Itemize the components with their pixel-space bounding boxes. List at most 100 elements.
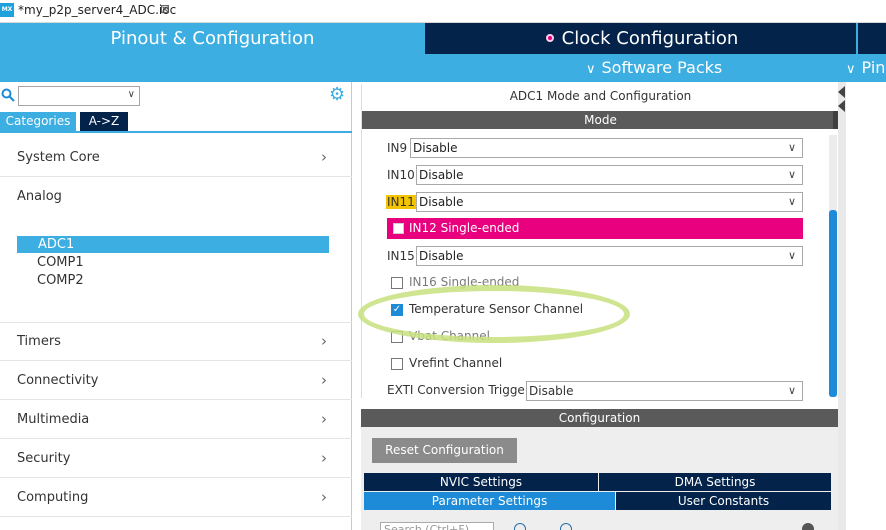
in11-value: Disable xyxy=(419,195,464,209)
analog-item-adc1[interactable]: ADC1 xyxy=(17,236,329,253)
chevron-right-icon: › xyxy=(321,332,327,350)
nav-separator xyxy=(856,23,858,54)
gear-icon[interactable]: ⚙ xyxy=(329,86,345,104)
chevron-right-icon: › xyxy=(321,410,327,428)
category-analog[interactable]: Analog xyxy=(17,187,337,207)
configuration-panel: Reset Configuration NVIC Settings DMA Se… xyxy=(361,427,838,530)
category-label: Timers xyxy=(17,334,61,349)
in11-select[interactable]: Disable ∨ xyxy=(416,192,803,212)
chevron-down-icon: ∨ xyxy=(787,195,796,208)
in9-select[interactable]: Disable ∨ xyxy=(410,138,803,158)
in15-label: IN15 xyxy=(387,249,415,263)
analog-item-comp1[interactable]: COMP1 xyxy=(37,255,84,270)
chevron-right-icon: › xyxy=(321,148,327,166)
info-icon[interactable] xyxy=(802,523,814,530)
chevron-down-icon: ∨ xyxy=(846,62,856,77)
close-tab-icon[interactable]: ⊠ xyxy=(160,2,170,16)
editor-tab-title[interactable]: *my_p2p_server4_ADC.ioc xyxy=(18,3,176,17)
divider xyxy=(0,322,352,323)
mode-scrollbar[interactable] xyxy=(829,135,837,397)
exti-value: Disable xyxy=(529,384,574,398)
tab-a-z[interactable]: A->Z xyxy=(80,112,128,131)
tab-parameter-settings[interactable]: Parameter Settings xyxy=(364,492,615,510)
checkbox-box xyxy=(393,223,404,234)
checkbox-box xyxy=(391,277,403,289)
in11-label: IN11 xyxy=(386,195,416,209)
checkbox-box xyxy=(391,358,403,370)
collapse-arrow-icon[interactable] xyxy=(838,86,845,98)
scrollbar-thumb[interactable] xyxy=(829,210,837,397)
configuration-section-header: Configuration xyxy=(361,409,838,427)
sub-nav: ∨ Software Packs ∨ Pin xyxy=(0,54,886,82)
collapse-arrow-icon[interactable] xyxy=(838,100,845,112)
in10-select[interactable]: Disable ∨ xyxy=(416,165,803,185)
annotation-ellipse xyxy=(358,285,630,343)
analog-item-comp2[interactable]: COMP2 xyxy=(37,273,84,288)
modified-dot-icon xyxy=(545,34,554,42)
pinout-menu-label: Pin xyxy=(861,58,886,77)
tab-categories[interactable]: Categories xyxy=(0,112,76,131)
divider xyxy=(0,176,352,177)
divider xyxy=(0,516,352,517)
tab-user-constants[interactable]: User Constants xyxy=(616,492,831,510)
pinout-menu[interactable]: ∨ Pin xyxy=(846,54,885,84)
tabs-underline xyxy=(0,131,352,133)
in10-label: IN10 xyxy=(387,168,415,182)
category-label: Security xyxy=(17,451,71,466)
search-combo[interactable]: ∨ xyxy=(18,86,140,106)
category-system-core[interactable]: System Core › xyxy=(17,148,337,168)
chevron-down-icon: ∨ xyxy=(787,141,796,154)
category-computing[interactable]: Computing › xyxy=(17,488,337,508)
chevron-right-icon: › xyxy=(321,449,327,467)
divider xyxy=(0,360,352,361)
chevron-right-icon: › xyxy=(321,371,327,389)
tab-clock-configuration[interactable]: Clock Configuration xyxy=(428,23,856,54)
right-panel-edge xyxy=(838,82,886,530)
category-timers[interactable]: Timers › xyxy=(17,332,337,352)
chevron-down-icon: ∨ xyxy=(586,62,596,77)
category-label: Connectivity xyxy=(17,373,99,388)
tab-nvic-settings[interactable]: NVIC Settings xyxy=(364,473,598,491)
mode-panel-title: ADC1 Mode and Configuration xyxy=(509,89,692,103)
in12-label: IN12 Single-ended xyxy=(409,221,520,235)
divider xyxy=(0,399,352,400)
chevron-down-icon: ∨ xyxy=(787,168,796,181)
software-packs-menu[interactable]: ∨ Software Packs xyxy=(586,54,722,84)
in9-label: IN9 xyxy=(387,141,408,155)
divider xyxy=(0,477,352,478)
main-nav: Pinout & Configuration Clock Configurati… xyxy=(0,23,886,54)
software-packs-label: Software Packs xyxy=(601,58,723,77)
parameter-search-input[interactable]: Search (Ctrl+F) xyxy=(380,522,494,530)
reset-configuration-button[interactable]: Reset Configuration xyxy=(372,438,517,463)
chevron-down-icon: ∨ xyxy=(127,89,135,100)
search-icon[interactable] xyxy=(1,88,15,102)
mode-header-label: Mode xyxy=(584,113,617,127)
splitter-handle[interactable] xyxy=(838,82,846,530)
chevron-right-icon: › xyxy=(321,488,327,506)
divider xyxy=(0,438,352,439)
previous-match-icon[interactable] xyxy=(514,523,526,530)
category-security[interactable]: Security › xyxy=(17,449,337,469)
exti-trigger-select[interactable]: Disable ∨ xyxy=(526,381,803,401)
in9-value: Disable xyxy=(413,141,458,155)
chevron-down-icon: ∨ xyxy=(787,249,796,262)
category-label: System Core xyxy=(17,150,100,165)
exti-trigger-label: EXTI Conversion Trigger xyxy=(387,383,530,397)
parameter-search-row: Search (Ctrl+F) xyxy=(364,520,834,530)
in15-value: Disable xyxy=(419,249,464,263)
mode-panel: ADC1 Mode and Configuration Mode IN9 Dis… xyxy=(361,84,839,401)
category-connectivity[interactable]: Connectivity › xyxy=(17,371,337,391)
stm32cubemx-logo-icon: MX xyxy=(0,3,14,17)
tab-clock-label: Clock Configuration xyxy=(561,28,739,49)
tab-dma-settings[interactable]: DMA Settings xyxy=(599,473,831,491)
in12-single-ended-checkbox[interactable]: IN12 Single-ended xyxy=(387,218,803,239)
tab-pinout-configuration[interactable]: Pinout & Configuration xyxy=(0,23,425,54)
chevron-down-icon: ∨ xyxy=(787,384,796,397)
category-label: Multimedia xyxy=(17,412,90,427)
category-multimedia[interactable]: Multimedia › xyxy=(17,410,337,430)
mode-section-header: Mode xyxy=(362,111,839,129)
in10-value: Disable xyxy=(419,168,464,182)
category-label: Computing xyxy=(17,490,89,505)
next-match-icon[interactable] xyxy=(560,523,572,530)
in15-select[interactable]: Disable ∨ xyxy=(416,246,803,266)
